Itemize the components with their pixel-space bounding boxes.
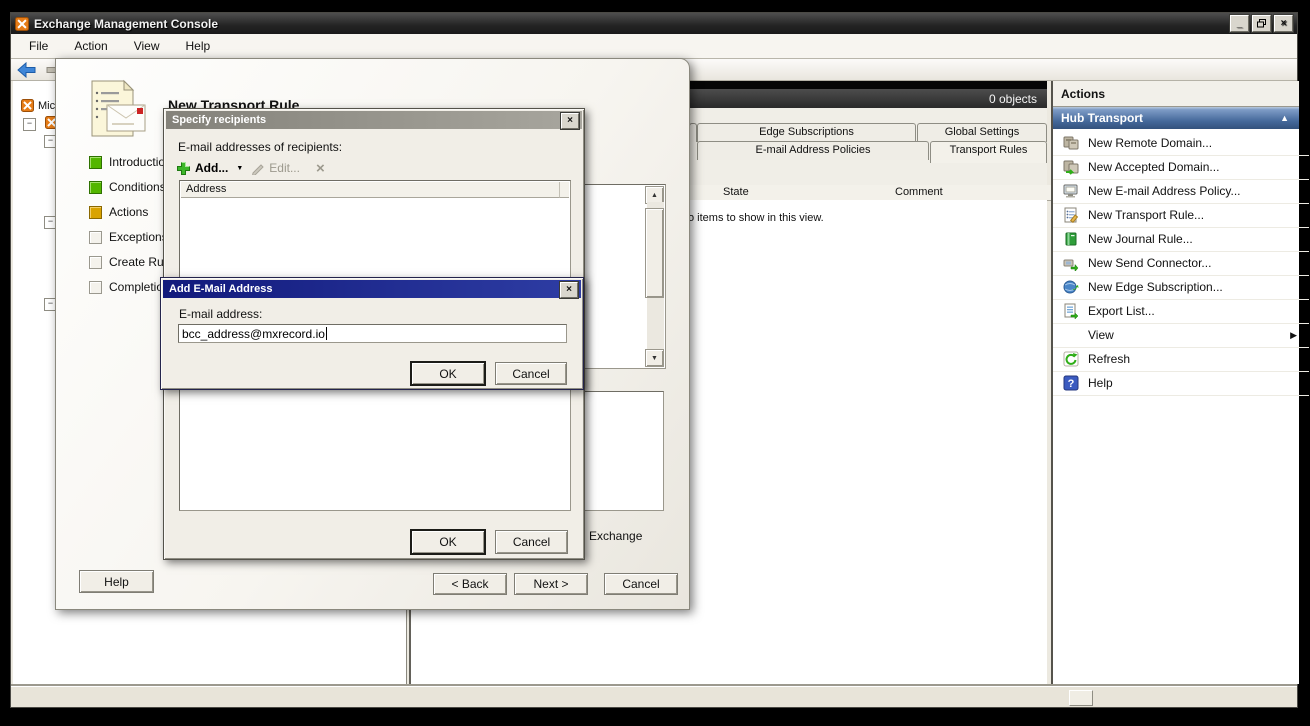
transport-rule-wizard-icon (86, 79, 150, 141)
add-email-address-dialog: Add E-Mail Address × E-mail address: bcc… (160, 277, 584, 390)
action-new-accepted-domain[interactable]: New Accepted Domain... (1053, 155, 1309, 180)
edit-button[interactable]: Edit... (269, 161, 300, 175)
dropdown-icon[interactable]: ▼ (236, 165, 243, 172)
menu-help[interactable]: Help (186, 39, 211, 53)
add-email-cancel-button[interactable]: Cancel (495, 362, 567, 385)
action-new-email-address-policy[interactable]: New E-mail Address Policy... (1053, 179, 1309, 204)
menu-bar: File Action View Help (11, 34, 1297, 59)
email-address-label: E-mail address: (179, 307, 262, 321)
svg-text:?: ? (1068, 378, 1075, 390)
tab-global-settings[interactable]: Global Settings (917, 123, 1047, 142)
actions-pane: Actions Hub Transport ▲ New Remote Domai… (1051, 81, 1299, 684)
restore-button[interactable] (1252, 15, 1271, 32)
menu-action[interactable]: Action (74, 39, 107, 53)
wizard-step-completion: Completion (89, 280, 170, 294)
recipients-cancel-button[interactable]: Cancel (495, 530, 568, 554)
tree-root-item[interactable]: Micr (21, 99, 59, 112)
exchange-logo-icon (15, 17, 29, 31)
action-new-transport-rule[interactable]: New Transport Rule... (1053, 203, 1309, 228)
exchange-node-icon (21, 99, 34, 112)
email-address-policy-icon (1063, 183, 1079, 199)
action-new-send-connector[interactable]: New Send Connector... (1053, 251, 1309, 276)
close-icon[interactable]: × (561, 113, 579, 129)
close-button[interactable]: × (1274, 15, 1293, 32)
column-header-state[interactable]: State (718, 185, 896, 201)
wizard-step-introduction: Introduction (89, 155, 172, 169)
tab-transport-rules[interactable]: Transport Rules (930, 141, 1047, 163)
collapse-icon[interactable]: ▲ (1280, 113, 1289, 123)
hub-transport-group-header[interactable]: Hub Transport ▲ (1053, 107, 1299, 129)
window-title: Exchange Management Console (34, 17, 218, 31)
recipients-ok-button[interactable]: OK (411, 530, 485, 554)
address-column-filler (560, 182, 569, 198)
step-status-icon (89, 256, 102, 269)
recipients-label: E-mail addresses of recipients: (178, 140, 342, 154)
accepted-domain-icon (1063, 159, 1079, 175)
tree-collapse-icon[interactable]: − (23, 118, 36, 131)
dialog-titlebar[interactable]: Specify recipients (166, 111, 582, 129)
email-address-input[interactable]: bcc_address@mxrecord.io (178, 324, 567, 343)
menu-view[interactable]: View (134, 39, 160, 53)
wizard-step-conditions: Conditions (89, 180, 166, 194)
status-bar (11, 686, 1297, 707)
add-email-ok-button[interactable]: OK (411, 362, 485, 385)
status-bar-segment (1069, 690, 1093, 706)
journal-rule-icon (1063, 231, 1079, 247)
scrollbar-thumb[interactable] (645, 208, 664, 298)
add-button[interactable]: Add... (195, 161, 228, 175)
step-status-icon (89, 181, 102, 194)
add-icon (176, 161, 191, 176)
action-new-edge-subscription[interactable]: New Edge Subscription... (1053, 275, 1309, 300)
wizard-text-fragment: Exchange (589, 529, 642, 543)
minimize-button[interactable]: _ (1230, 15, 1249, 32)
text-caret (326, 327, 327, 340)
tab-email-address-policies[interactable]: E-mail Address Policies (697, 141, 929, 160)
recipients-toolbar: Add... ▼ Edit... × (176, 158, 325, 178)
transport-rule-icon (1063, 207, 1079, 223)
tab-edge-subscriptions[interactable]: Edge Subscriptions (697, 123, 916, 142)
actions-pane-title: Actions (1053, 81, 1299, 107)
wizard-step-exceptions: Exceptions (89, 230, 168, 244)
scroll-down-icon[interactable]: ▼ (645, 349, 664, 367)
action-export-list[interactable]: Export List... (1053, 299, 1309, 324)
remote-domain-icon (1063, 135, 1079, 151)
wizard-step-actions: Actions (89, 205, 148, 219)
recipients-list-header: Address (181, 182, 569, 198)
help-icon: ? (1063, 375, 1079, 391)
back-icon[interactable] (16, 62, 38, 78)
wizard-help-button[interactable]: Help (79, 570, 154, 593)
action-new-remote-domain[interactable]: New Remote Domain... (1053, 131, 1309, 156)
action-view[interactable]: View ▶ (1053, 323, 1309, 348)
tab-fragment[interactable] (689, 123, 697, 142)
object-count: 0 objects (989, 92, 1037, 106)
refresh-icon (1063, 351, 1079, 367)
empty-list-message: o items to show in this view. (688, 212, 824, 224)
close-icon[interactable]: × (560, 282, 578, 298)
restore-icon (1257, 19, 1267, 28)
address-column-header[interactable]: Address (181, 182, 560, 198)
menu-file[interactable]: File (29, 39, 48, 53)
wizard-cancel-button[interactable]: Cancel (604, 573, 678, 595)
wizard-back-button[interactable]: < Back (433, 573, 507, 595)
window-titlebar[interactable]: Exchange Management Console _ × (11, 13, 1297, 34)
delete-icon[interactable]: × (316, 160, 325, 177)
action-refresh[interactable]: Refresh (1053, 347, 1309, 372)
step-status-icon (89, 156, 102, 169)
step-status-icon (89, 281, 102, 294)
send-connector-icon (1063, 255, 1079, 271)
submenu-icon: ▶ (1290, 330, 1297, 341)
step-status-icon (89, 206, 102, 219)
wizard-next-button[interactable]: Next > (514, 573, 588, 595)
step-status-icon (89, 231, 102, 244)
dialog-titlebar[interactable]: Add E-Mail Address (163, 280, 581, 298)
column-header-comment[interactable]: Comment (890, 185, 1036, 201)
action-help[interactable]: ? Help (1053, 371, 1309, 396)
edge-subscription-icon (1063, 279, 1079, 295)
action-new-journal-rule[interactable]: New Journal Rule... (1053, 227, 1309, 252)
edit-pencil-icon (251, 161, 265, 175)
wizard-step-create-rule: Create Rule (89, 255, 173, 269)
export-list-icon (1063, 303, 1079, 319)
